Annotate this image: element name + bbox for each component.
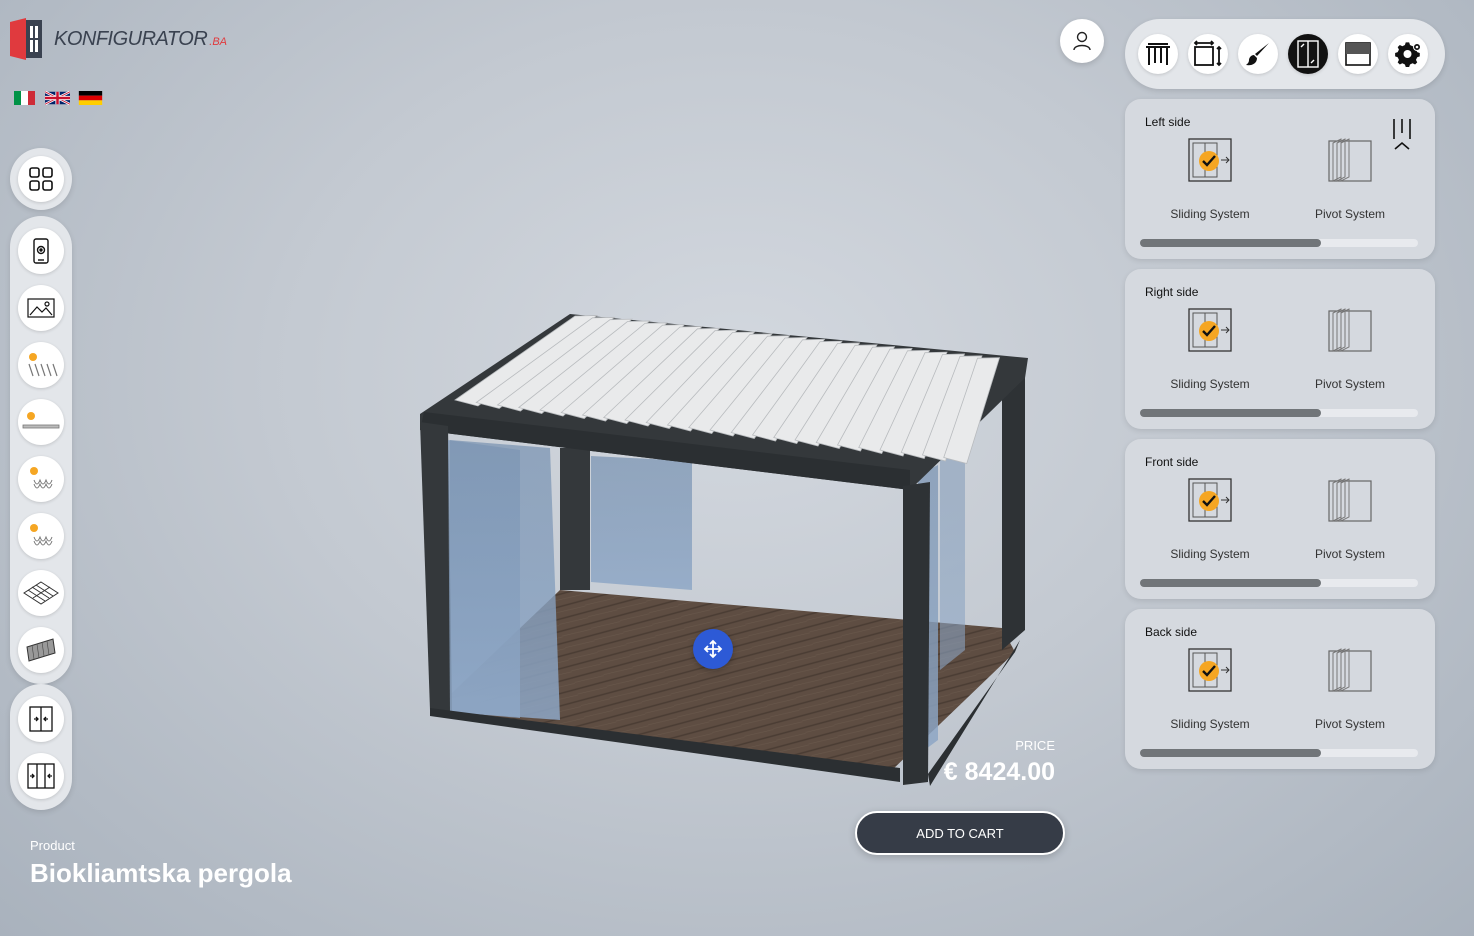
move-arrows-icon [703,639,723,659]
pivot-system-icon [1328,138,1372,182]
option-label: Sliding System [1170,377,1250,391]
panel-progress-bar[interactable] [1140,239,1418,247]
panel-left-side: Left side Sliding System Pivot System [1125,99,1435,259]
sliding-door-icon [29,705,53,732]
panel-right-side: Right side Sliding System Pivot System [1125,269,1435,429]
user-account-button[interactable] [1060,19,1104,63]
option-label: Sliding System [1170,547,1250,561]
pivot-system-icon [1328,478,1372,522]
progress-fill [1140,749,1321,757]
product-name: Biokliamtska pergola [30,858,292,888]
flag-germany-icon[interactable] [78,91,103,105]
progress-fill [1140,409,1321,417]
sidebar-item-roof-panel[interactable] [18,626,64,673]
sliding-system-icon [1188,138,1232,182]
language-switcher [12,91,103,105]
pivot-door-icon [27,762,55,789]
option-pivot-system[interactable]: Pivot System [1280,477,1420,561]
dimensions-icon [1193,40,1222,67]
collapse-icon[interactable] [1389,117,1415,153]
pivot-system-icon [1328,308,1372,352]
sidebar-item-ar-view[interactable] [18,227,64,274]
pergola-3d-view[interactable] [410,300,1040,790]
brand-logo[interactable]: KONFIGURATOR .BA [10,18,227,60]
option-pivot-system[interactable]: Pivot System [1280,647,1420,731]
sliding-system-icon [1188,478,1232,522]
settings-icon [1395,42,1421,68]
option-label: Pivot System [1314,377,1386,391]
tool-shade[interactable] [1338,34,1378,74]
glass-door-icon [1297,40,1319,68]
option-label: Pivot System [1314,207,1386,221]
paint-brush-icon [1246,43,1269,66]
config-toolbar [1125,19,1445,89]
panel-progress-bar[interactable] [1140,579,1418,587]
pivot-system-icon [1328,648,1372,692]
panel-front-side: Front side Sliding System Pivot System [1125,439,1435,599]
option-label: Sliding System [1170,717,1250,731]
sidebar-item-flat-light[interactable] [18,398,64,445]
option-sliding-system[interactable]: Sliding System [1140,647,1280,731]
panel-title: Front side [1145,455,1199,469]
panel-progress-bar[interactable] [1140,409,1418,417]
panel-progress-bar[interactable] [1140,749,1418,757]
tool-color[interactable] [1238,34,1278,74]
grid-icon [29,167,53,191]
tool-pergola[interactable] [1138,34,1178,74]
tool-glass-doors[interactable] [1288,34,1328,74]
sliding-system-icon [1188,308,1232,352]
tool-settings[interactable] [1388,34,1428,74]
sidebar-menu [10,148,72,210]
option-label: Pivot System [1314,717,1386,731]
panel-title: Back side [1145,625,1198,639]
user-icon [1073,31,1091,51]
shade-icon [1345,42,1371,66]
sliding-system-icon [1188,648,1232,692]
flag-italy-icon[interactable] [12,91,37,105]
panel-title: Left side [1145,115,1191,129]
sidebar-item-lamella-light[interactable] [18,341,64,388]
option-label: Sliding System [1170,207,1250,221]
sidebar-item-pivot-door[interactable] [18,752,64,799]
sidebar-item-grid[interactable] [18,156,64,202]
background-image-icon [27,297,55,318]
option-pivot-system[interactable]: Pivot System [1280,307,1420,391]
option-label: Pivot System [1314,547,1386,561]
brand-suffix: .BA [209,36,228,48]
spiral-light-icon [30,523,53,545]
sidebar-item-tiles[interactable] [18,569,64,616]
sidebar-group-doors [10,684,72,810]
ar-view-icon [33,237,49,264]
price-label: PRICE [1015,738,1055,753]
flag-uk-icon[interactable] [45,91,70,105]
sidebar-item-background[interactable] [18,284,64,331]
logo-icon [10,18,42,60]
tiles-icon [23,580,59,605]
option-sliding-system[interactable]: Sliding System [1140,307,1280,391]
sidebar-item-spiral-light-2[interactable] [18,512,64,559]
tool-dimensions[interactable] [1188,34,1228,74]
panel-back-side: Back side Sliding System Pivot System [1125,609,1435,769]
move-camera-button[interactable] [693,629,733,669]
roof-panel-icon [26,637,56,662]
flat-light-icon [22,411,60,428]
sidebar-item-sliding-door[interactable] [18,695,64,742]
spiral-light-icon [30,466,53,488]
add-to-cart-button[interactable]: ADD TO CART [855,811,1065,855]
brand-name: KONFIGURATOR [54,27,208,50]
price-value: € 8424.00 [943,758,1055,786]
product-label: Product [30,838,75,853]
option-sliding-system[interactable]: Sliding System [1140,477,1280,561]
progress-fill [1140,579,1321,587]
panel-title: Right side [1145,285,1199,299]
sidebar-item-spiral-light-1[interactable] [18,455,64,502]
progress-fill [1140,239,1321,247]
lamella-light-icon [28,352,58,376]
option-sliding-system[interactable]: Sliding System [1140,137,1280,221]
sidebar-group-features [10,216,72,684]
pergola-icon [1146,43,1170,65]
